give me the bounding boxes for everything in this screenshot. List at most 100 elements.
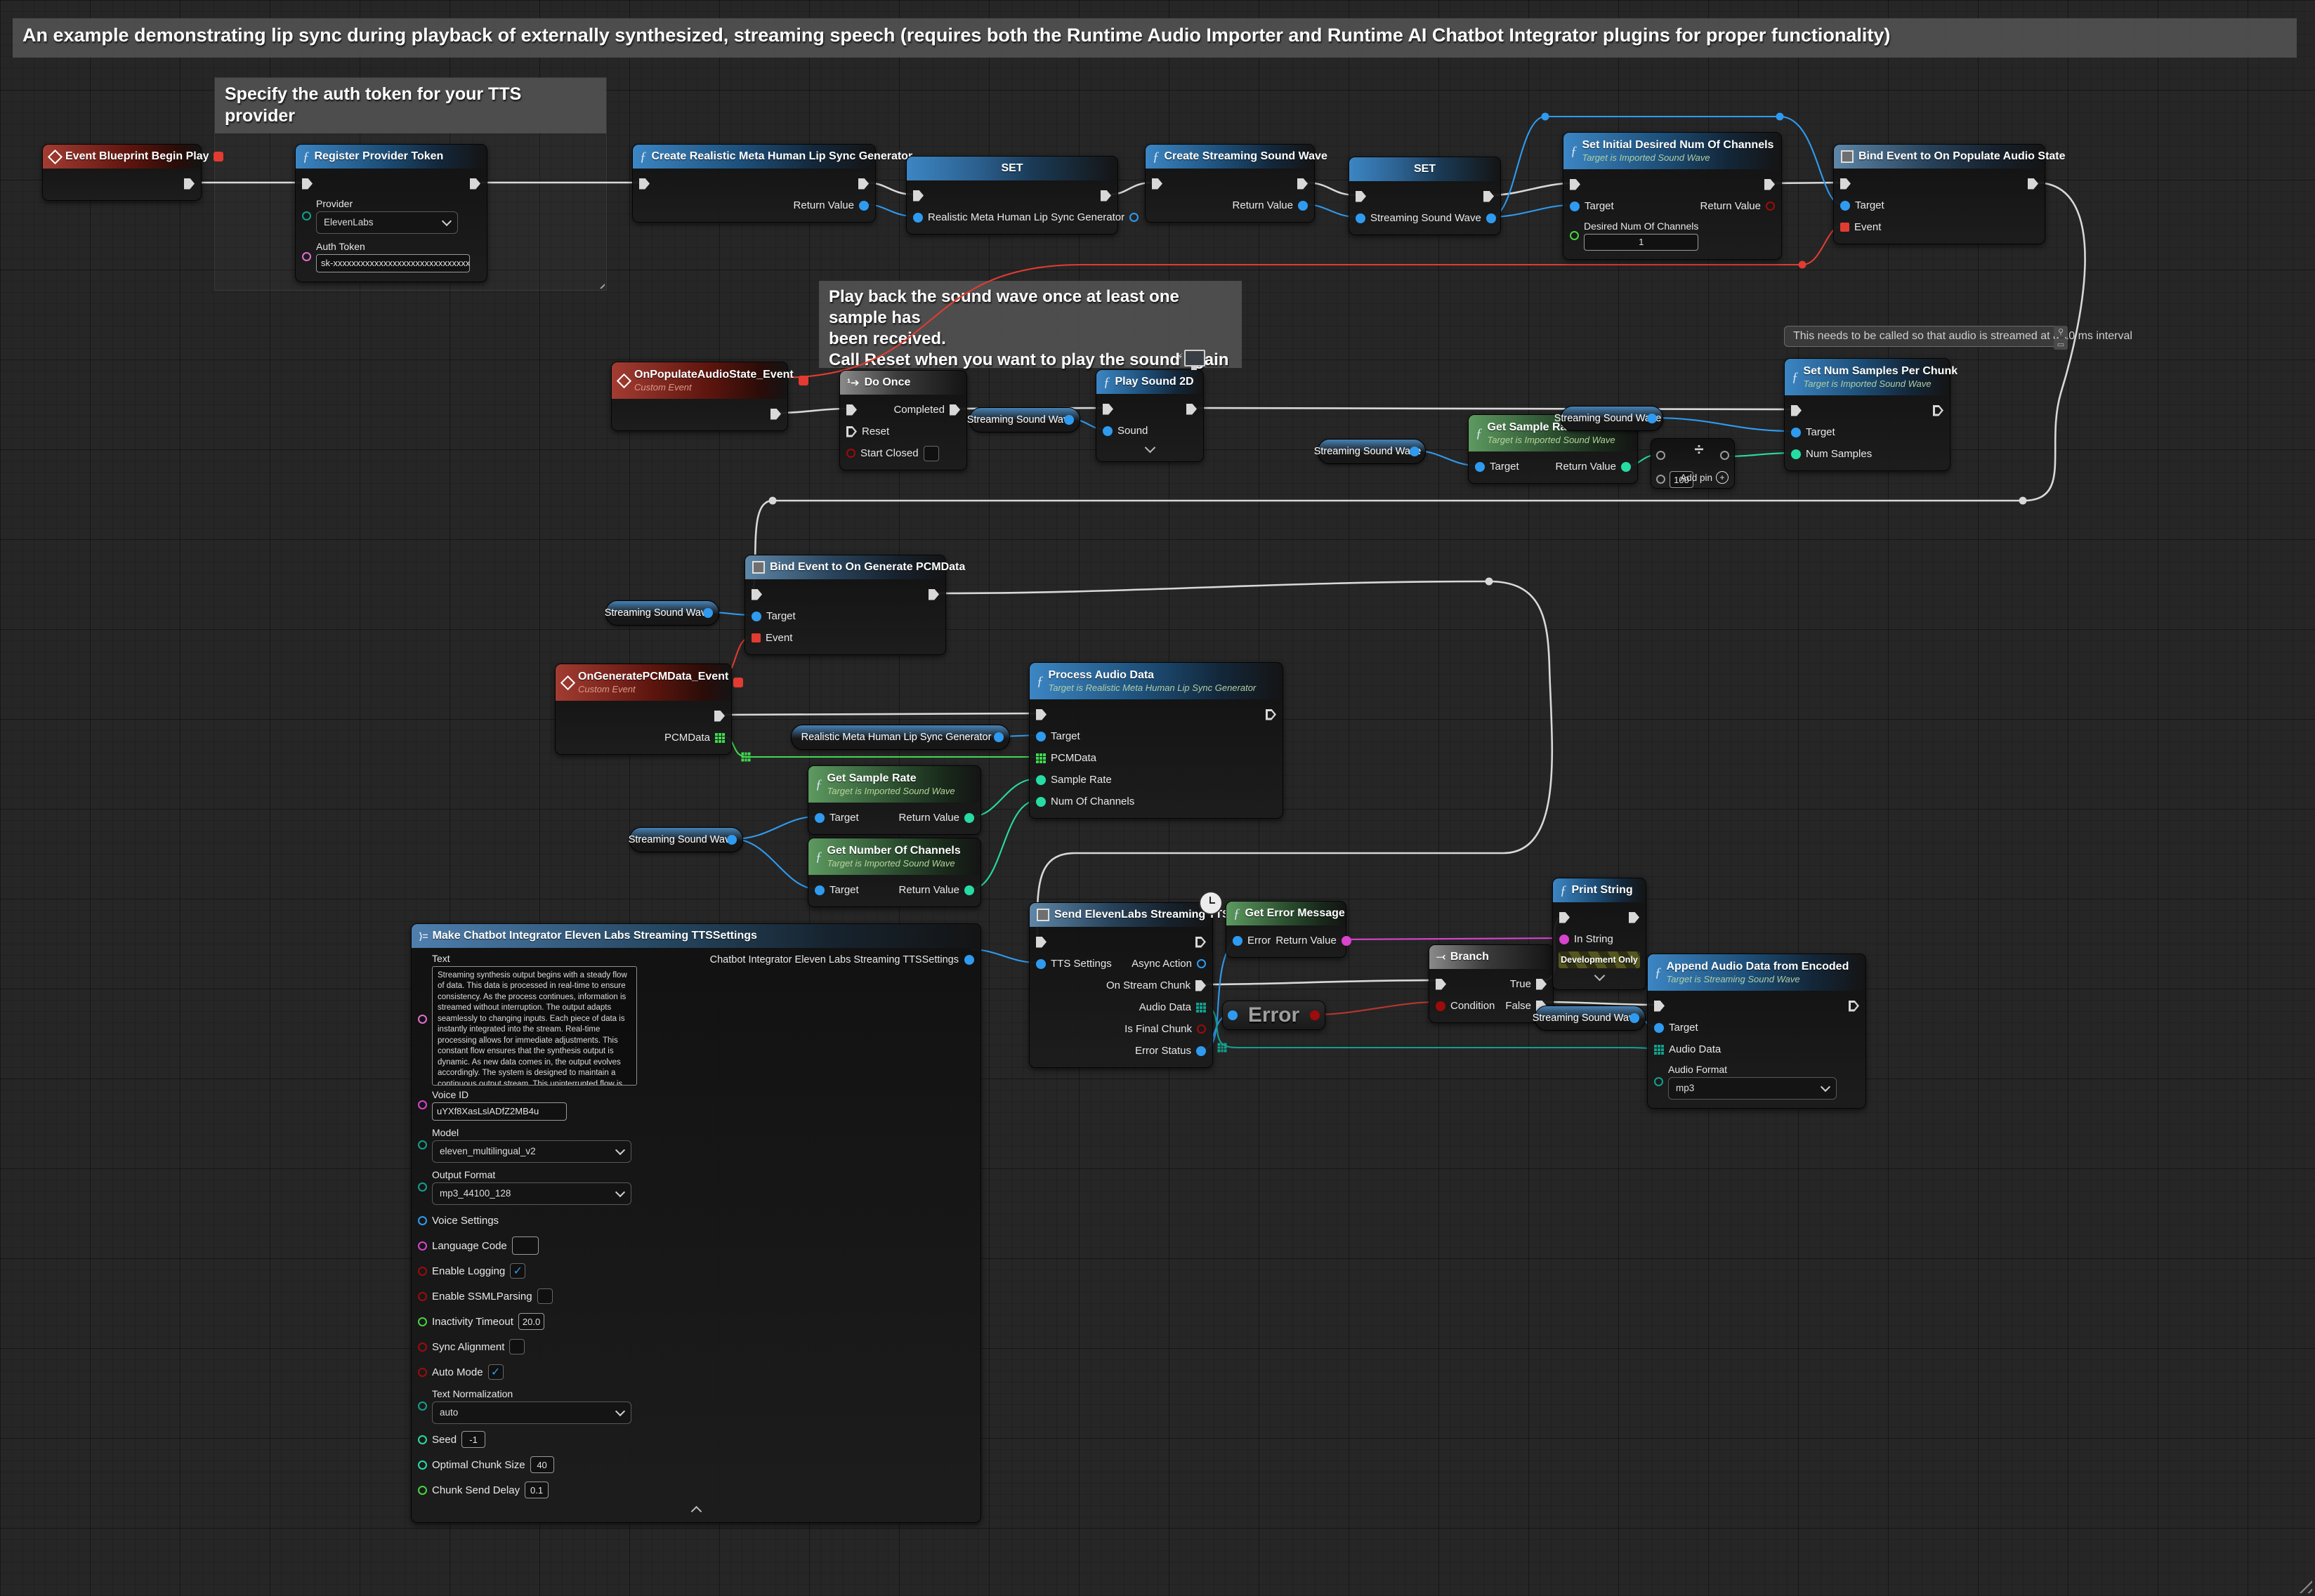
text-field[interactable]: sk-xxxxxxxxxxxxxxxxxxxxxxxxxxxxxxx (316, 254, 470, 272)
streaming-sound-wave-out-pin[interactable] (1410, 447, 1419, 456)
node-do-once[interactable]: ¹➔Do OnceCompletedResetStart Closed (839, 370, 967, 470)
node-set-num-samples-per-chunk-header[interactable]: ƒSet Num Samples Per ChunkTarget is Impo… (1785, 359, 1950, 395)
node-branch-header[interactable]: ⤙Branch (1429, 945, 1553, 969)
target-pin[interactable] (1654, 1023, 1664, 1033)
voice-id-pin[interactable] (418, 1100, 427, 1109)
number-field[interactable]: 20.0 (518, 1313, 544, 1330)
checkbox[interactable] (537, 1288, 553, 1304)
out-pin[interactable] (858, 178, 869, 190)
streaming-sound-wave-out-pin[interactable] (1064, 415, 1074, 425)
var-realistic-lip-sync-generator[interactable]: Realistic Meta Human Lip Sync Generator (791, 725, 1010, 750)
node-get-error-message[interactable]: ƒGet Error MessageErrorReturn Value (1226, 901, 1346, 958)
text-field[interactable]: uYXf8XasLslADfZ2MB4u (432, 1102, 567, 1121)
dropdown-eleven-multilingual-v2[interactable]: eleven_multilingual_v2 (432, 1140, 631, 1163)
exec-pin[interactable] (846, 404, 857, 416)
provider-pin[interactable] (302, 211, 311, 220)
node-process-audio-data[interactable]: ƒProcess Audio DataTarget is Realistic M… (1029, 662, 1283, 819)
out-pin[interactable] (714, 711, 725, 722)
seed-pin[interactable] (418, 1435, 427, 1444)
event-pin[interactable] (1840, 223, 1849, 232)
sound-pin[interactable] (1103, 426, 1113, 436)
delegate-output-pin[interactable] (214, 152, 223, 161)
realistic-meta-human-lip-sync-generator-pin[interactable] (913, 213, 923, 223)
number-field[interactable]: -1 (461, 1431, 485, 1448)
target-pin[interactable] (1475, 462, 1485, 472)
language-code-pin[interactable] (418, 1241, 427, 1251)
condition-pin[interactable] (1436, 1001, 1445, 1011)
out-pin[interactable] (1297, 178, 1308, 190)
out-pin[interactable] (1933, 405, 1943, 416)
chatbot-integrator-eleven-labs-streaming-ttssettings-pin[interactable] (964, 955, 974, 965)
checkbox-checked[interactable]: ✓ (488, 1364, 504, 1380)
node-branch[interactable]: ⤙BranchTrueConditionFalse (1429, 944, 1554, 1023)
number-field[interactable]: 1 (1584, 234, 1698, 251)
dropdown-elevenlabs[interactable]: ElevenLabs (316, 211, 458, 234)
target-pin[interactable] (815, 813, 825, 823)
node-set-num-samples-per-chunk[interactable]: ƒSet Num Samples Per ChunkTarget is Impo… (1784, 358, 1950, 471)
node-process-audio-data-header[interactable]: ƒProcess Audio DataTarget is Realistic M… (1030, 663, 1283, 699)
return-value-pin[interactable] (964, 885, 974, 895)
node-get-sample-rate[interactable]: ƒGet Sample RateTarget is Imported Sound… (808, 765, 981, 835)
is-final-chunk-pin[interactable] (1197, 1024, 1206, 1034)
out-pin[interactable] (1266, 709, 1276, 720)
node-play-sound-2d-header[interactable]: ƒPlay Sound 2D (1096, 370, 1203, 394)
expand-chevron-icon[interactable] (1144, 442, 1155, 453)
node-on-generate-pcmdata-event-header[interactable]: OnGeneratePCMData_EventCustom Event (556, 664, 731, 701)
node-register-provider-token[interactable]: ƒRegister Provider TokenProviderElevenLa… (295, 144, 487, 282)
reroute-node[interactable] (1776, 113, 1784, 121)
var-streaming-sound-wave[interactable]: Streaming Sound Wave (629, 827, 743, 852)
node-bind-event-on-populate-audio-state-header[interactable]: Bind Event to On Populate Audio State (1834, 145, 2045, 169)
out-pin[interactable] (1195, 937, 1206, 948)
out-pin[interactable] (1629, 912, 1639, 923)
return-value-pin[interactable] (1621, 462, 1631, 472)
sync-alignment-pin[interactable] (418, 1343, 427, 1352)
error-out-pin[interactable] (1310, 1010, 1320, 1020)
pcmdata-pin[interactable] (715, 733, 725, 743)
node-bind-event-on-populate-audio-state[interactable]: Bind Event to On Populate Audio StateTar… (1833, 144, 2045, 244)
out-pin[interactable] (1764, 179, 1775, 190)
out-pin[interactable] (1129, 213, 1139, 222)
error-in-pin[interactable] (1228, 1010, 1238, 1020)
var-streaming-sound-wave[interactable]: Streaming Sound Wave (1318, 439, 1426, 464)
dropdown-mp3[interactable]: mp3 (1668, 1077, 1837, 1100)
node-divide[interactable]: 100÷Add pin+ (1651, 438, 1735, 489)
exec-pin[interactable] (1840, 178, 1851, 190)
exec-pin[interactable] (1103, 404, 1113, 415)
inactivity-timeout-pin[interactable] (418, 1317, 427, 1326)
return-value-pin[interactable] (859, 201, 869, 211)
error-pin[interactable] (1233, 936, 1242, 946)
node-on-populate-audio-state-event-header[interactable]: OnPopulateAudioState_EventCustom Event (612, 362, 787, 399)
collapse-chevron-icon[interactable] (690, 1505, 702, 1517)
comment-title-header[interactable]: An example demonstrating lip sync during… (13, 18, 2297, 53)
target-pin[interactable] (815, 885, 825, 895)
pcmdata-pin[interactable] (1036, 753, 1046, 763)
audio-data-pin[interactable] (1196, 1003, 1206, 1013)
node-bind-event-on-generate-pcmdata-header[interactable]: Bind Event to On Generate PCMData (745, 555, 945, 579)
textarea-field[interactable]: Streaming synthesis output begins with a… (432, 966, 637, 1086)
num-of-channels-pin[interactable] (1036, 797, 1046, 807)
add-pin-icon[interactable]: + (1716, 471, 1729, 484)
enable-logging-pin[interactable] (418, 1267, 427, 1276)
exec-pin[interactable] (302, 178, 313, 190)
node-get-number-of-channels[interactable]: ƒGet Number Of ChannelsTarget is Importe… (808, 838, 981, 907)
var-streaming-sound-wave[interactable]: Streaming Sound Wave (1561, 406, 1663, 431)
exec-pin[interactable] (1036, 937, 1047, 948)
output-format-pin[interactable] (418, 1182, 427, 1192)
return-value-pin[interactable] (964, 813, 974, 823)
node-make-chatbot-integrator-tts-settings-header[interactable]: ⟩=Make Chatbot Integrator Eleven Labs St… (412, 924, 981, 948)
reroute-node[interactable] (769, 497, 777, 505)
streaming-sound-wave-out-pin[interactable] (703, 608, 713, 618)
exec-pin[interactable] (1559, 912, 1570, 923)
node-bind-event-on-generate-pcmdata[interactable]: Bind Event to On Generate PCMDataTargetE… (745, 555, 946, 655)
completed-pin[interactable] (950, 404, 960, 416)
node-on-populate-audio-state-event[interactable]: OnPopulateAudioState_EventCustom Event (611, 362, 788, 431)
target-pin[interactable] (1036, 732, 1046, 741)
exec-pin[interactable] (1436, 979, 1446, 990)
return-value-pin[interactable] (1298, 201, 1308, 211)
exec-pin[interactable] (1791, 405, 1802, 416)
true-pin[interactable] (1536, 979, 1547, 990)
exec-pin[interactable] (752, 589, 762, 600)
delegate-output-pin[interactable] (799, 376, 808, 385)
event-pin[interactable] (752, 633, 761, 642)
chunk-send-delay-pin[interactable] (418, 1486, 427, 1495)
